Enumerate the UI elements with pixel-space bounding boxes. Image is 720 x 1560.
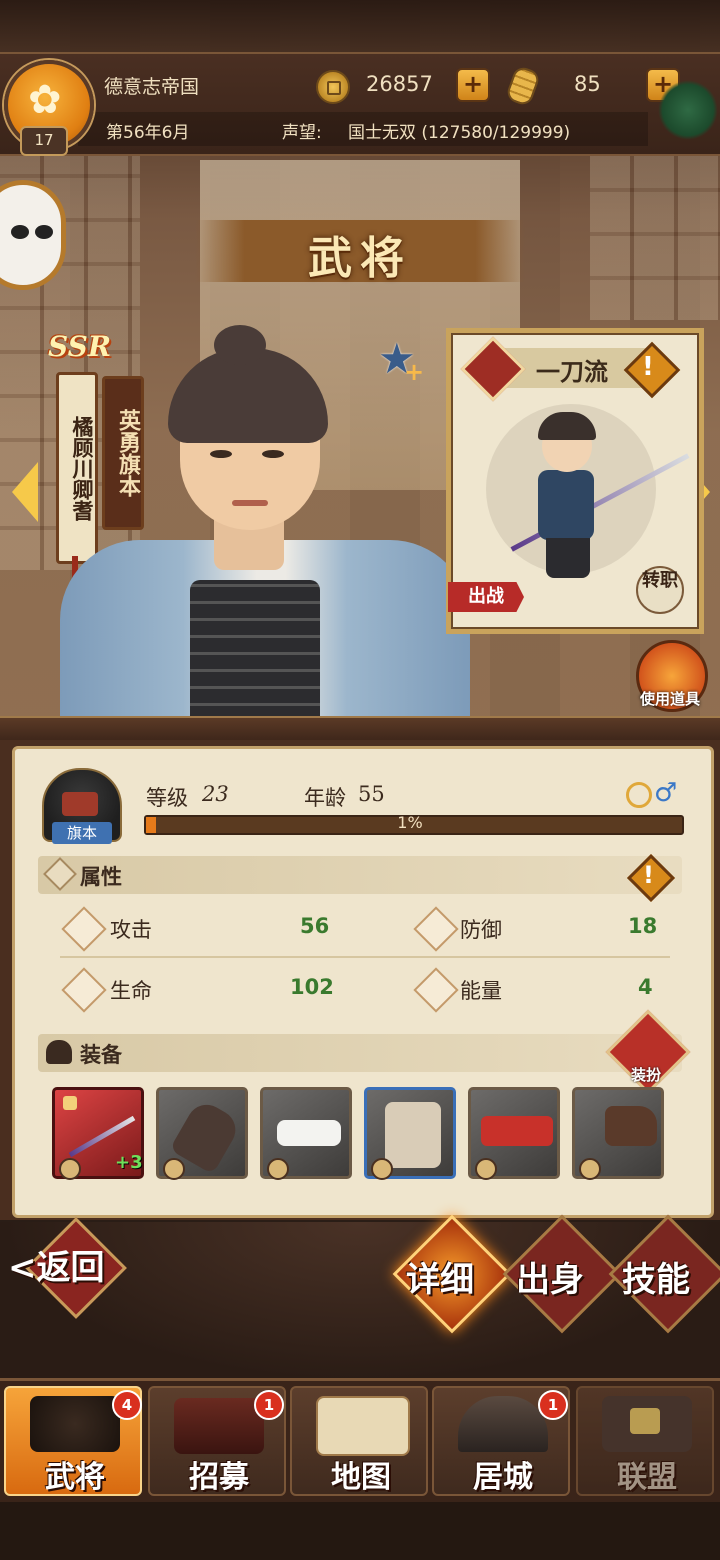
outfit-label: 装扮 — [630, 1066, 661, 1084]
exclamation-icon: ! — [643, 861, 654, 889]
attack-value: 56 — [300, 914, 330, 938]
country-name: 德意志帝国 — [104, 76, 200, 98]
grade-badge-icon — [267, 1158, 289, 1180]
scroll-map-icon — [316, 1396, 410, 1456]
boots-icon — [605, 1106, 657, 1146]
mini-figure-legs — [546, 538, 590, 578]
general-title-plate: 英勇旗本 — [102, 376, 144, 530]
nav-alliance[interactable]: 联盟 — [576, 1386, 714, 1496]
action-area — [0, 1222, 720, 1382]
mini-figure-body — [538, 470, 594, 540]
tab-origin-label: 出身 — [516, 1260, 584, 1300]
belt-icon — [481, 1116, 553, 1146]
sortie-tag: 出战 — [448, 582, 524, 612]
back-button[interactable]: <返回 — [8, 1240, 105, 1289]
hp-value: 102 — [290, 975, 334, 999]
headband-icon — [277, 1120, 341, 1146]
nav-generals-label: 武将 — [45, 1460, 105, 1495]
reputation-value: 国士无双 (127580/129999) — [348, 123, 571, 143]
lock-icon — [630, 1408, 660, 1434]
portrait-eye — [210, 450, 232, 458]
player-avatar[interactable] — [0, 180, 66, 290]
helmet-mask — [62, 792, 98, 816]
age-value: 55 — [358, 782, 385, 806]
exclamation-icon: ! — [642, 352, 654, 382]
attributes-title: 属性 — [80, 864, 122, 889]
rank-tag: 旗本 — [52, 822, 112, 844]
defense-label: 防御 — [460, 918, 502, 942]
nav-map-label: 地图 — [331, 1460, 391, 1495]
attack-label: 攻击 — [110, 918, 152, 942]
tab-skill-label: 技能 — [622, 1260, 690, 1300]
hp-label: 生命 — [110, 979, 152, 1003]
equip-slot-belt[interactable] — [468, 1087, 560, 1180]
use-item-label: 使用道具 — [639, 690, 700, 708]
gold-amount: 26857 — [366, 72, 433, 96]
grade-badge-icon — [579, 1158, 601, 1180]
equip-slot-armor[interactable] — [364, 1087, 456, 1180]
back-label: 返回 — [36, 1248, 105, 1288]
equip-slot-gloves[interactable] — [156, 1087, 248, 1180]
game-date: 第56年6月 — [106, 123, 190, 143]
gold-coin-icon — [316, 70, 350, 104]
male-gender-icon: ♂ — [654, 778, 678, 808]
clan-crest-icon: ✿ — [28, 77, 62, 123]
castle-icon — [458, 1396, 548, 1452]
add-gold-button[interactable]: + — [456, 68, 490, 102]
nav-map[interactable]: 地图 — [290, 1386, 428, 1496]
katana-icon — [68, 1115, 136, 1158]
defense-value: 18 — [628, 914, 658, 938]
rarity-badge: SSR — [48, 330, 112, 363]
marriage-ring-icon — [626, 782, 652, 808]
exp-bar-fill — [146, 817, 156, 833]
equip-slot-weapon[interactable]: +3 — [52, 1087, 144, 1180]
transfer-class-button[interactable]: 转职 — [636, 566, 684, 614]
pine-decoration-icon — [658, 80, 718, 140]
general-portrait-armor — [190, 580, 320, 720]
nav-recruit-badge: 1 — [254, 1390, 284, 1420]
level-value: 23 — [202, 782, 229, 806]
page-title: 武将 — [308, 233, 412, 284]
nav-castle-badge: 1 — [538, 1390, 568, 1420]
robe-icon — [385, 1102, 441, 1168]
food-amount: 85 — [574, 72, 601, 96]
tab-detail-label: 详细 — [406, 1260, 474, 1300]
equipment-header-icon — [46, 1040, 72, 1064]
attributes-divider — [60, 956, 670, 958]
prev-general-arrow[interactable] — [12, 462, 38, 522]
grade-badge-icon — [475, 1158, 497, 1180]
bottom-strip — [0, 1502, 720, 1560]
nav-castle-label: 居城 — [473, 1460, 533, 1495]
portrait-mouth — [232, 500, 268, 506]
energy-label: 能量 — [460, 979, 502, 1003]
energy-value: 4 — [638, 975, 653, 999]
level-label: 等级 — [146, 786, 188, 810]
lock-icon — [63, 1096, 77, 1110]
shoji-right — [590, 150, 720, 320]
grade-badge-icon — [59, 1158, 81, 1180]
portrait-eye — [262, 450, 284, 458]
general-name-plate: 橘顾川卿耆 — [56, 372, 98, 564]
age-label: 年龄 — [304, 786, 346, 810]
equip-slot-boots[interactable] — [572, 1087, 664, 1180]
nav-alliance-label: 联盟 — [617, 1460, 677, 1495]
grade-badge-icon — [371, 1158, 393, 1180]
player-level-badge: 17 — [20, 126, 68, 156]
nav-generals-badge: 4 — [112, 1390, 142, 1420]
star-plus-icon: + — [404, 358, 425, 386]
grade-badge-icon — [163, 1158, 185, 1180]
reputation-label: 声望: — [282, 123, 322, 143]
back-prefix: < — [8, 1248, 37, 1288]
helmet-icon — [30, 1396, 120, 1452]
equip-slot-head[interactable] — [260, 1087, 352, 1180]
nav-recruit-label: 招募 — [189, 1460, 249, 1495]
equipment-title: 装备 — [80, 1042, 122, 1067]
exp-percent: 1% — [397, 813, 423, 832]
general-portrait-topknot — [214, 325, 266, 365]
equipment-header — [38, 1034, 682, 1072]
attributes-header — [38, 856, 682, 894]
gate-icon — [174, 1398, 264, 1454]
weapon-bonus: +3 — [115, 1152, 143, 1173]
